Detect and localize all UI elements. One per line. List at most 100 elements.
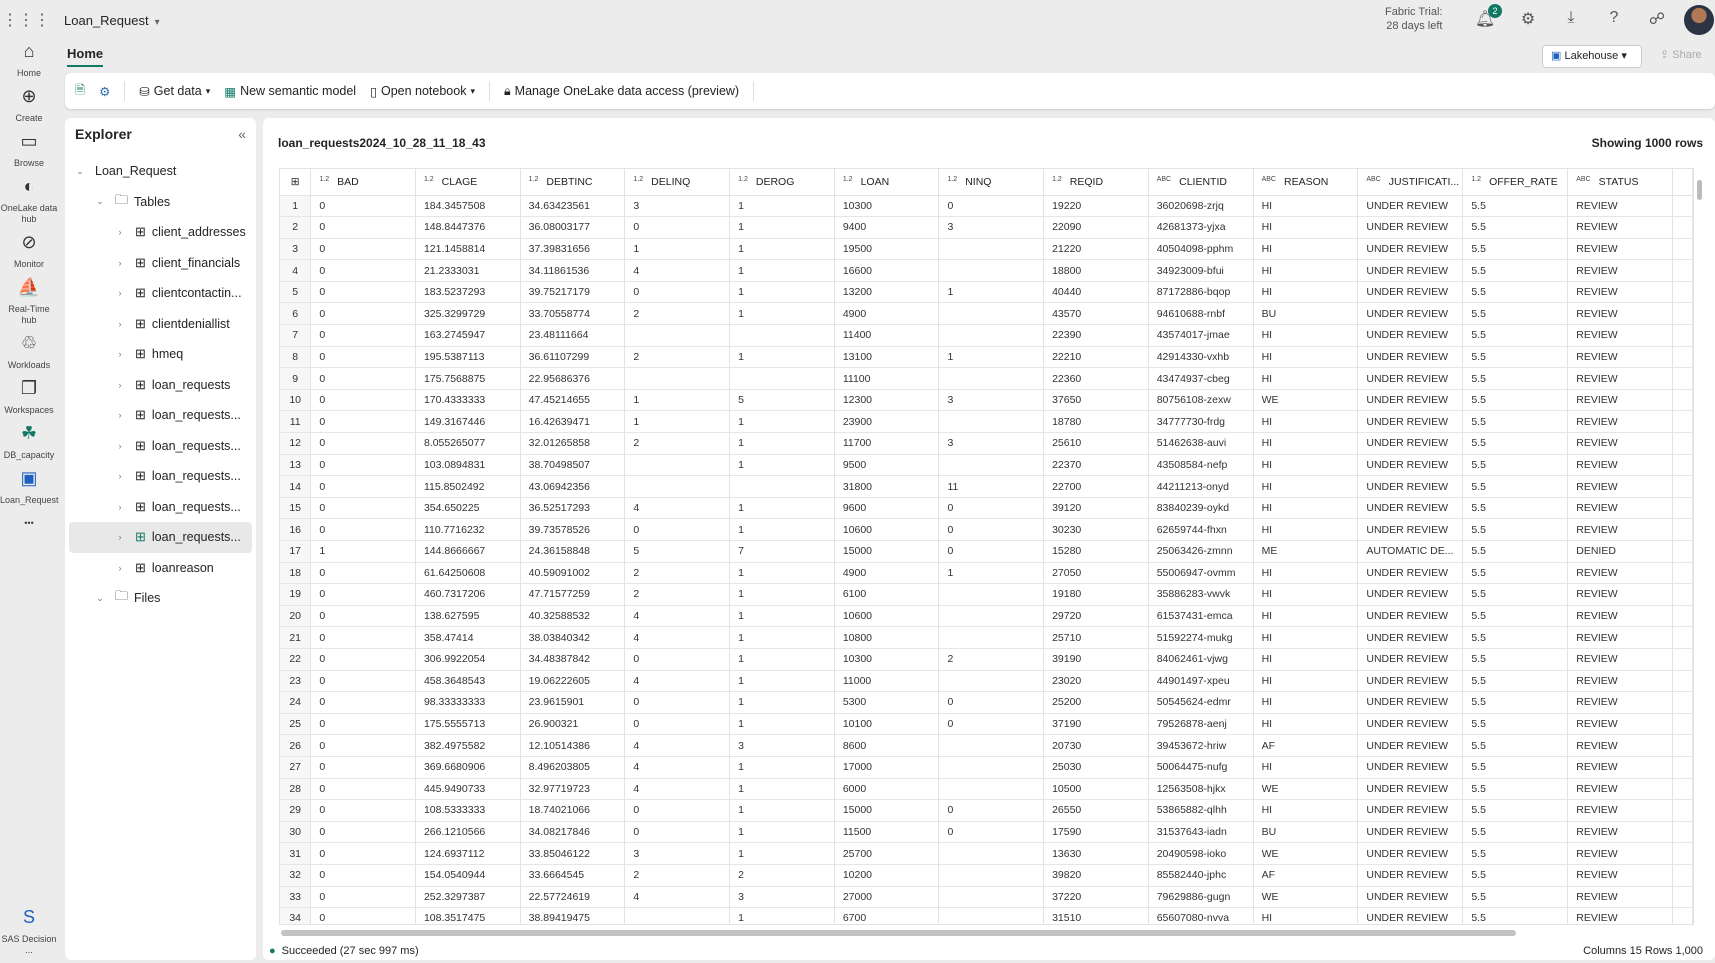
table-cell[interactable]: 1: [624, 410, 731, 434]
table-cell[interactable]: 22210: [1043, 346, 1149, 369]
table-cell[interactable]: 3: [938, 432, 1045, 455]
table-cell[interactable]: 19220: [1043, 195, 1149, 218]
table-cell[interactable]: 1: [729, 691, 835, 714]
table-cell[interactable]: 5.5: [1462, 540, 1569, 563]
table-row[interactable]: 21 0 358.47414 38.03840342 4 1 10800 25710 51592…: [280, 626, 1693, 649]
horizontal-scrollbar[interactable]: [281, 930, 1516, 936]
table-cell[interactable]: 1: [729, 626, 835, 649]
table-cell[interactable]: 79526878-aenj: [1148, 713, 1254, 736]
table-cell[interactable]: 4: [624, 670, 731, 693]
table-cell[interactable]: REVIEW: [1567, 238, 1673, 261]
table-cell[interactable]: 5.5: [1462, 670, 1569, 693]
table-cell[interactable]: 5: [729, 389, 835, 412]
table-cell[interactable]: 460.7317206: [415, 583, 521, 606]
column-header-delinq[interactable]: 1.2 DELINQ: [624, 169, 731, 196]
table-cell[interactable]: 5.5: [1462, 691, 1569, 714]
table-cell[interactable]: [938, 367, 1045, 390]
table-cell[interactable]: REVIEW: [1567, 734, 1673, 757]
table-cell[interactable]: [938, 670, 1045, 693]
table-row[interactable]: 22 0 306.9922054 34.48387842 0 1 10300 2 39190 84…: [280, 648, 1693, 671]
table-cell[interactable]: 1: [729, 562, 835, 585]
tree-files-folder[interactable]: ⌄ 🗀︎ Files: [69, 583, 252, 614]
table-cell[interactable]: REVIEW: [1567, 367, 1673, 390]
table-cell[interactable]: 1: [729, 346, 835, 369]
table-cell[interactable]: [938, 842, 1045, 865]
table-cell[interactable]: 5.5: [1462, 346, 1569, 369]
table-cell[interactable]: HI: [1253, 195, 1359, 218]
table-cell[interactable]: HI: [1253, 518, 1359, 541]
table-cell[interactable]: [938, 324, 1045, 347]
table-cell[interactable]: 13200: [834, 281, 940, 304]
table-cell[interactable]: 5.5: [1462, 842, 1569, 865]
table-row[interactable]: 1 0 184.3457508 34.63423561 3 1 10300 0 19220 360…: [280, 195, 1693, 218]
table-cell[interactable]: 1: [729, 432, 835, 455]
table-cell[interactable]: 0: [938, 497, 1045, 520]
table-row[interactable]: 15 0 354.650225 36.52517293 4 1 9600 0 39120 8384…: [280, 497, 1693, 520]
table-row[interactable]: 9 0 175.7568875 22.95686376 11100 22360 434749…: [280, 367, 1693, 390]
table-cell[interactable]: 110.7716232: [415, 518, 521, 541]
table-cell[interactable]: 43508584-nefp: [1148, 454, 1254, 477]
table-row[interactable]: 11 0 149.3167446 16.42639471 1 1 23900 18780 347…: [280, 410, 1693, 434]
table-cell[interactable]: 0: [310, 583, 416, 606]
table-cell[interactable]: 1: [729, 259, 835, 282]
table-cell[interactable]: HI: [1253, 346, 1359, 369]
table-cell[interactable]: REVIEW: [1567, 216, 1673, 239]
workspace-item-selector[interactable]: Loan_Request ▾: [64, 13, 160, 28]
table-cell[interactable]: REVIEW: [1567, 670, 1673, 693]
manage-onelake-access-button[interactable]: 🔒︎ Manage OneLake data access (preview): [504, 84, 739, 99]
column-header-debtinc[interactable]: 1.2 DEBTINC: [520, 169, 626, 196]
table-cell[interactable]: 34.48387842: [520, 648, 626, 671]
table-cell[interactable]: 0: [310, 454, 416, 477]
column-header-justificati-[interactable]: ABC JUSTIFICATI...: [1357, 169, 1464, 196]
table-cell[interactable]: [938, 734, 1045, 757]
table-cell[interactable]: 22.57724619: [520, 886, 626, 909]
table-cell[interactable]: 358.47414: [415, 626, 521, 649]
table-cell[interactable]: 32.01265858: [520, 432, 626, 455]
table-cell[interactable]: 40.32588532: [520, 605, 626, 628]
table-cell[interactable]: 458.3648543: [415, 670, 521, 693]
table-cell[interactable]: UNDER REVIEW: [1357, 821, 1464, 844]
table-cell[interactable]: 5.5: [1462, 518, 1569, 541]
table-cell[interactable]: UNDER REVIEW: [1357, 195, 1464, 218]
table-cell[interactable]: HI: [1253, 497, 1359, 520]
table-cell[interactable]: 39453672-hriw: [1148, 734, 1254, 757]
table-cell[interactable]: HI: [1253, 713, 1359, 736]
table-cell[interactable]: 0: [310, 238, 416, 261]
table-cell[interactable]: 34.08217846: [520, 821, 626, 844]
table-cell[interactable]: 0: [310, 626, 416, 649]
table-cell[interactable]: HI: [1253, 756, 1359, 779]
chevron-icon[interactable]: ⌄: [93, 196, 107, 207]
table-cell[interactable]: 5.5: [1462, 281, 1569, 304]
tree-table-item[interactable]: › ⊞ client_addresses: [69, 217, 252, 248]
table-row[interactable]: 34 0 108.3517475 38.89419475 1 6700 31510 65607…: [280, 907, 1693, 924]
chevron-icon[interactable]: ›: [113, 410, 127, 420]
column-header-clage[interactable]: 1.2 CLAGE: [415, 169, 521, 196]
table-cell[interactable]: UNDER REVIEW: [1357, 670, 1464, 693]
tree-tables-folder[interactable]: ⌄ 🗀︎ Tables: [69, 187, 252, 218]
column-header-reqid[interactable]: 1.2 REQID: [1043, 169, 1149, 196]
table-cell[interactable]: 24.36158848: [520, 540, 626, 563]
table-cell[interactable]: [938, 605, 1045, 628]
table-cell[interactable]: 37650: [1043, 389, 1149, 412]
table-cell[interactable]: 144.8666667: [415, 540, 521, 563]
table-cell[interactable]: UNDER REVIEW: [1357, 302, 1464, 326]
table-cell[interactable]: 4: [624, 756, 731, 779]
table-cell[interactable]: REVIEW: [1567, 454, 1673, 477]
table-cell[interactable]: 23.9615901: [520, 691, 626, 714]
table-cell[interactable]: 25610: [1043, 432, 1149, 455]
table-cell[interactable]: 85582440-jphc: [1148, 864, 1254, 887]
table-cell[interactable]: REVIEW: [1567, 864, 1673, 887]
table-cell[interactable]: 6700: [834, 907, 940, 924]
table-cell[interactable]: 445.9490733: [415, 778, 521, 801]
table-cell[interactable]: 25063426-zmnn: [1148, 540, 1254, 563]
table-cell[interactable]: 15000: [834, 799, 940, 822]
table-cell[interactable]: [624, 367, 731, 390]
table-cell[interactable]: 5.5: [1462, 756, 1569, 779]
chevron-icon[interactable]: ›: [113, 380, 127, 390]
table-row[interactable]: 14 0 115.8502492 43.06942356 31800 11 22700 442…: [280, 475, 1693, 498]
table-cell[interactable]: [624, 454, 731, 477]
tab-home[interactable]: Home: [67, 46, 104, 67]
table-cell[interactable]: 5.5: [1462, 821, 1569, 844]
table-cell[interactable]: HI: [1253, 648, 1359, 671]
table-cell[interactable]: 5.5: [1462, 302, 1569, 326]
